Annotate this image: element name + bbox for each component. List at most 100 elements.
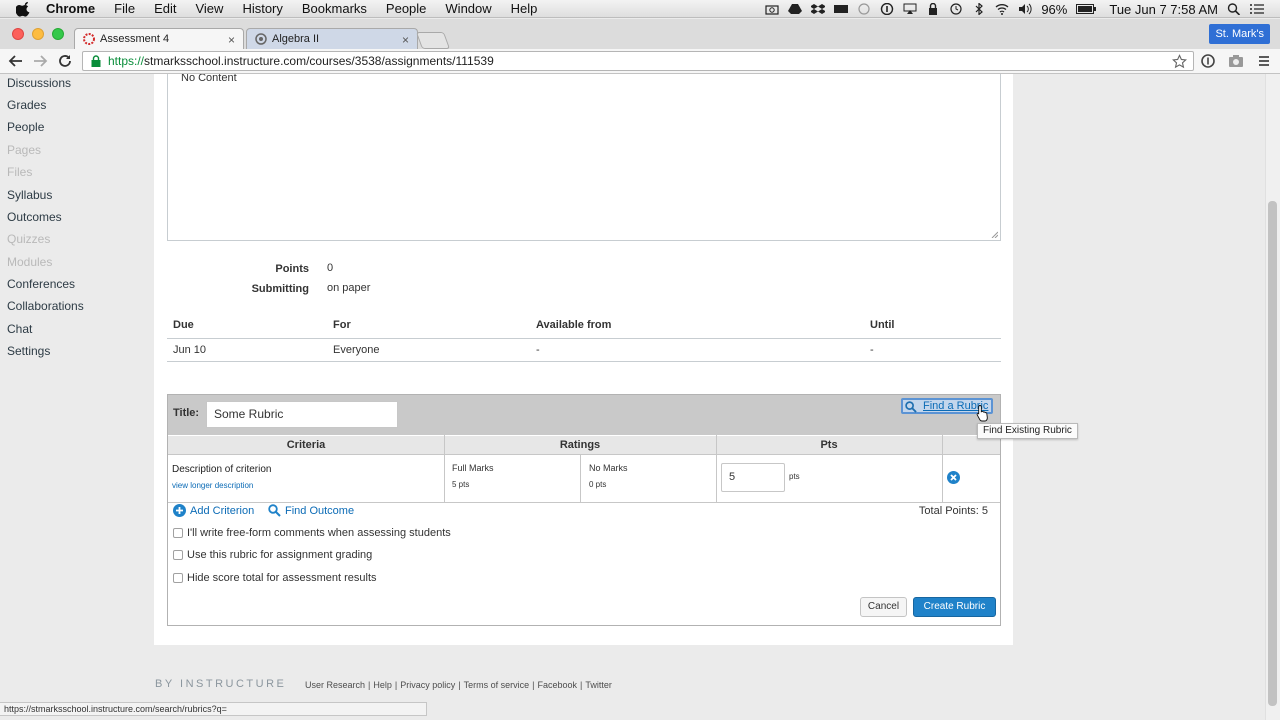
use-for-grading-checkbox[interactable] [173,550,183,560]
notification-center-icon[interactable] [1250,3,1264,15]
menu-bookmarks[interactable]: Bookmarks [302,1,367,16]
apple-icon[interactable] [16,1,32,17]
bluetooth-icon[interactable] [972,3,986,15]
create-rubric-button[interactable]: Create Rubric [913,597,996,617]
menu-help[interactable]: Help [511,1,538,16]
keyboard-icon[interactable] [834,3,849,15]
submitting-label: Submitting [251,283,309,295]
new-tab-button[interactable] [415,32,451,49]
nav-collaborations[interactable]: Collaborations [7,299,84,313]
extension-info-icon[interactable] [1200,53,1216,69]
search-icon [268,504,281,517]
nav-settings[interactable]: Settings [7,344,50,358]
find-outcome-button[interactable]: Find Outcome [268,504,354,517]
menu-view[interactable]: View [195,1,223,16]
status-bar-url: https://stmarksschool.instructure.com/se… [0,702,427,716]
window-minimize-button[interactable] [32,28,44,40]
window-zoom-button[interactable] [52,28,64,40]
nav-outcomes[interactable]: Outcomes [7,210,62,224]
view-longer-description-link[interactable]: view longer description [172,481,253,490]
footer-link-privacy[interactable]: Privacy policy [400,680,455,690]
spotlight-search-icon[interactable] [1227,3,1241,15]
rubric-editor: Title: Some Rubric Criteria Ratings Pts … [167,394,1001,626]
until-header: Until [870,319,895,331]
due-date: Jun 10 [173,344,207,356]
rubric-title-input[interactable]: Some Rubric [206,401,398,428]
forward-arrow-icon[interactable] [32,53,48,69]
info-icon[interactable] [880,3,894,15]
airplay-icon[interactable] [903,3,917,15]
rating-title[interactable]: No Marks [589,463,628,473]
battery-icon[interactable] [1076,3,1097,15]
mac-menubar: Chrome File Edit View History Bookmarks … [0,0,1280,18]
rating-title[interactable]: Full Marks [452,463,494,473]
hide-score-total-checkbox[interactable] [173,573,183,583]
drive-icon[interactable] [788,3,803,15]
wifi-icon[interactable] [995,3,1009,15]
volume-icon[interactable] [1018,3,1032,15]
resize-handle-icon[interactable] [990,230,998,238]
criterion-points-input[interactable]: 5 [721,463,785,492]
url-text: stmarksschool.instructure.com/courses/35… [144,54,494,68]
menu-people[interactable]: People [386,1,426,16]
menu-window[interactable]: Window [445,1,491,16]
footer-brand[interactable]: BY INSTRUCTURE [155,678,286,690]
time-machine-icon[interactable] [949,3,963,15]
use-for-grading-option[interactable]: Use this rubric for assignment grading [173,549,372,561]
menubar-clock[interactable]: Tue Jun 7 7:58 AM [1109,2,1218,17]
camera-extension-icon[interactable] [1228,53,1244,69]
nav-people[interactable]: People [7,120,44,134]
menu-history[interactable]: History [242,1,282,16]
menu-edit[interactable]: Edit [154,1,176,16]
menu-chrome[interactable]: Chrome [46,1,95,16]
scrollbar-thumb[interactable] [1268,201,1277,706]
delete-criterion-icon[interactable] [947,471,960,484]
footer-link-help[interactable]: Help [373,680,392,690]
dropbox-icon[interactable] [811,3,826,15]
profile-button[interactable]: St. Mark's [1209,24,1270,44]
back-arrow-icon[interactable] [8,53,24,69]
find-outcome-label: Find Outcome [285,504,355,517]
cancel-button[interactable]: Cancel [860,597,907,617]
no-content-text: No Content [181,74,237,84]
description-editor[interactable]: No Content [167,74,1001,241]
footer-link-twitter[interactable]: Twitter [585,680,612,690]
rubric-header: Title: Some Rubric [168,395,1000,435]
secure-lock-icon[interactable] [90,55,102,67]
until-value: - [870,344,874,356]
footer-link-terms[interactable]: Terms of service [464,680,530,690]
browser-toolbar: https://stmarksschool.instructure.com/co… [0,49,1280,74]
column-divider [580,455,581,502]
nav-discussions[interactable]: Discussions [7,76,71,90]
close-tab-icon[interactable]: × [228,33,235,47]
hide-score-total-option[interactable]: Hide score total for assessment results [173,572,377,584]
free-form-comments-option[interactable]: I'll write free-form comments when asses… [173,527,451,539]
footer-link-facebook[interactable]: Facebook [537,680,577,690]
add-criterion-button[interactable]: Add Criterion [173,504,254,517]
nav-conferences[interactable]: Conferences [7,277,75,291]
reload-icon[interactable] [57,53,73,69]
menubar-status-area: 96% Tue Jun 7 7:58 AM [765,0,1280,18]
free-form-comments-checkbox[interactable] [173,528,183,538]
find-rubric-tooltip: Find Existing Rubric [977,423,1078,439]
footer-links: User Research | Help | Privacy policy | Ter… [305,680,612,690]
nav-syllabus[interactable]: Syllabus [7,188,52,202]
lock-icon[interactable] [926,3,940,15]
submitting-value: on paper [327,282,371,294]
chrome-menu-icon[interactable] [1256,53,1272,69]
camera-icon[interactable] [765,3,779,15]
nav-grades[interactable]: Grades [7,98,46,112]
menu-file[interactable]: File [114,1,135,16]
assignment-content: No Content Points 0 Submitting on paper … [154,74,1013,645]
close-tab-icon[interactable]: × [402,33,409,47]
nav-chat[interactable]: Chat [7,322,32,336]
footer-link-user-research[interactable]: User Research [305,680,365,690]
tab-algebra-ii[interactable]: Algebra II × [246,28,418,49]
sync-icon[interactable] [857,3,871,15]
tab-assessment-4[interactable]: Assessment 4 × [74,28,244,49]
bookmark-star-icon[interactable] [1172,54,1187,69]
nav-quizzes: Quizzes [7,232,51,246]
window-close-button[interactable] [12,28,24,40]
address-bar[interactable]: https://stmarksschool.instructure.com/co… [82,51,1194,71]
option-label: I'll write free-form comments when asses… [187,527,451,539]
